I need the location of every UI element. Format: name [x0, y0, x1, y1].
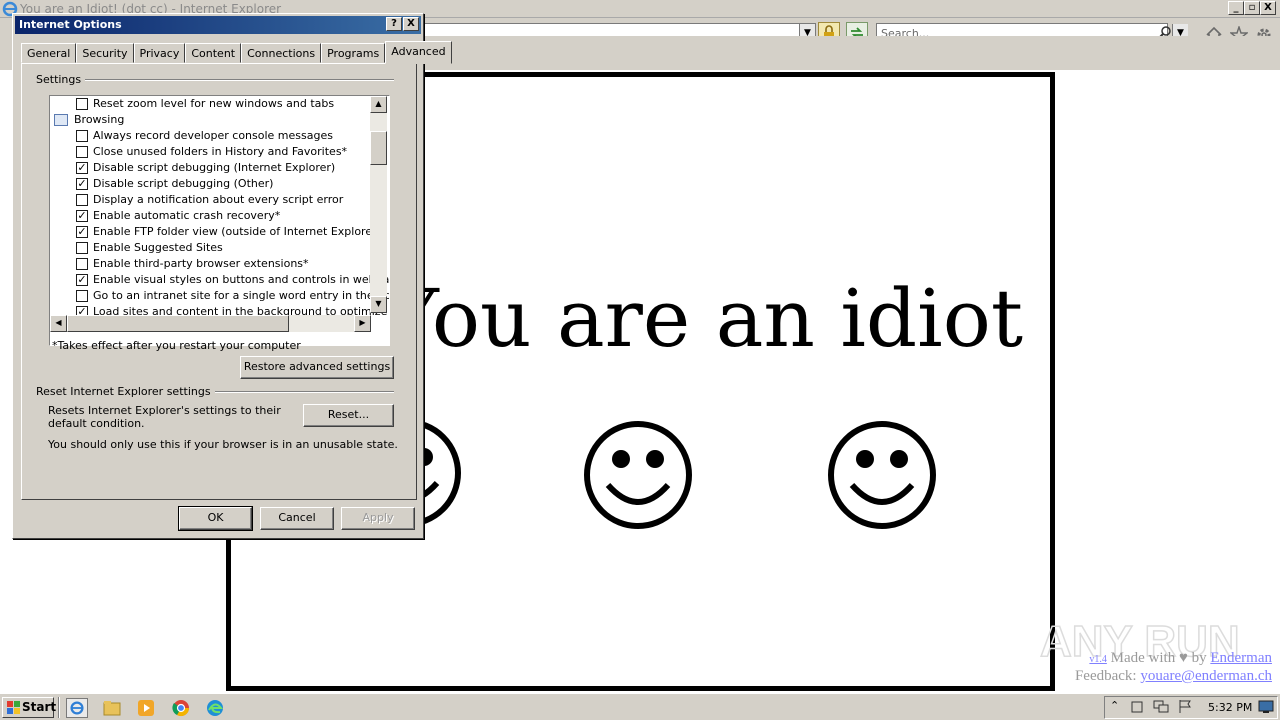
internet-explorer-taskbar-icon[interactable] — [66, 698, 88, 718]
show-hidden-icons-icon[interactable]: ⌃ — [1110, 699, 1119, 712]
restore-button[interactable]: ▫ — [1244, 1, 1260, 15]
setting-label: Disable script debugging (Other) — [93, 177, 274, 190]
setting-checkbox[interactable] — [76, 194, 88, 206]
dialog-titlebar: Internet Options — [15, 16, 421, 34]
credit-line: v1.4 Made with ♥ by Enderman — [1075, 650, 1272, 668]
author-link[interactable]: Enderman — [1210, 650, 1272, 666]
scroll-up-icon[interactable]: ▲ — [370, 96, 387, 113]
horizontal-scrollbar[interactable]: ◀ ▶ — [50, 315, 371, 332]
scroll-left-icon[interactable]: ◀ — [50, 315, 67, 332]
restart-note: *Takes effect after you restart your com… — [52, 339, 301, 352]
vertical-scroll-thumb[interactable] — [370, 131, 387, 165]
setting-label: Enable Suggested Sites — [93, 241, 223, 254]
close-browser-button[interactable]: X — [1260, 1, 1276, 15]
tab-content[interactable]: Content — [185, 43, 242, 63]
page-headline: You are an idiot — [386, 272, 1024, 365]
setting-checkbox-checked[interactable]: ✓ — [76, 274, 88, 286]
reset-button[interactable]: Reset... — [303, 404, 394, 427]
setting-label: Display a notification about every scrip… — [93, 193, 344, 206]
setting-label: Disable script debugging (Internet Explo… — [93, 161, 336, 174]
action-center-icon[interactable] — [1130, 700, 1144, 714]
windows-logo-icon — [7, 701, 20, 714]
settings-group-divider — [80, 79, 394, 81]
vertical-scrollbar[interactable]: ▲ ▼ — [370, 96, 387, 313]
setting-checkbox[interactable] — [76, 258, 88, 270]
setting-checkbox[interactable] — [76, 146, 88, 158]
setting-category-label: Browsing — [74, 113, 125, 126]
flag-icon[interactable] — [1178, 699, 1192, 714]
setting-checkbox[interactable] — [76, 290, 88, 302]
cancel-button[interactable]: Cancel — [260, 507, 334, 530]
reset-warning: You should only use this if your browser… — [48, 438, 398, 451]
network-icon[interactable] — [1153, 700, 1169, 714]
setting-checkbox-checked[interactable]: ✓ — [76, 226, 88, 238]
horizontal-scroll-thumb[interactable] — [67, 315, 289, 332]
restore-advanced-settings-button[interactable]: Restore advanced settings — [240, 356, 394, 379]
advanced-settings-list[interactable]: Reset zoom level for new windows and tab… — [49, 95, 390, 346]
tab-privacy[interactable]: Privacy — [133, 43, 186, 63]
made-with-text: Made with — [1110, 650, 1176, 666]
by-text: by — [1191, 650, 1207, 666]
taskbar: Start ⌃ 5:32 PM — [0, 693, 1280, 720]
reset-group-divider — [196, 391, 394, 393]
tab-connections[interactable]: Connections — [241, 43, 322, 63]
start-button[interactable]: Start — [2, 697, 57, 718]
feedback-label: Feedback: — [1074, 668, 1137, 684]
heart-icon: ♥ — [1178, 650, 1188, 666]
setting-checkbox-checked[interactable]: ✓ — [76, 178, 88, 190]
settings-group-label: Settings — [36, 73, 86, 86]
help-button[interactable]: ? — [386, 17, 402, 31]
dialog-close-button[interactable]: X — [403, 17, 419, 31]
file-explorer-icon[interactable] — [101, 698, 123, 718]
category-folder-icon — [54, 114, 68, 126]
setting-label: Reset zoom level for new windows and tab… — [93, 97, 335, 110]
setting-checkbox[interactable] — [76, 130, 88, 142]
tab-security[interactable]: Security — [76, 43, 134, 63]
smiley-face-icon — [584, 421, 692, 529]
media-player-icon[interactable] — [135, 698, 157, 718]
tab-programs[interactable]: Programs — [321, 43, 386, 63]
dialog-title: Internet Options — [19, 18, 122, 31]
taskbar-separator — [58, 697, 60, 718]
chrome-icon[interactable] — [170, 698, 192, 718]
show-desktop-icon[interactable] — [1258, 700, 1274, 714]
ok-button[interactable]: OK — [178, 506, 253, 531]
setting-label: Enable automatic crash recovery* — [93, 209, 281, 222]
tab-advanced[interactable]: Advanced — [385, 41, 452, 64]
reset-description: Resets Internet Explorer's settings to t… — [48, 404, 281, 430]
apply-button[interactable]: Apply — [341, 507, 415, 530]
setting-checkbox[interactable] — [76, 242, 88, 254]
tab-bar: General Security Privacy Content Connect… — [21, 41, 452, 64]
setting-label: Close unused folders in History and Favo… — [93, 145, 348, 158]
taskbar-clock[interactable]: 5:32 PM — [1208, 701, 1252, 714]
setting-label: Enable visual styles on buttons and cont… — [93, 273, 390, 286]
page-credit: v1.4 Made with ♥ by Enderman Feedback: y… — [1075, 650, 1272, 685]
minimize-button[interactable]: _ — [1228, 1, 1244, 15]
setting-checkbox-checked[interactable]: ✓ — [76, 162, 88, 174]
feedback-line: Feedback: youare@enderman.ch — [1075, 668, 1272, 685]
smiley-face-icon — [828, 421, 936, 529]
feedback-email-link[interactable]: youare@enderman.ch — [1140, 668, 1272, 684]
setting-checkbox-checked[interactable]: ✓ — [76, 210, 88, 222]
setting-label: Always record developer console messages — [93, 129, 333, 142]
setting-label: Enable FTP folder view (outside of Inter… — [93, 225, 381, 238]
tab-general[interactable]: General — [21, 43, 77, 63]
start-label: Start — [22, 700, 57, 714]
reset-group-label: Reset Internet Explorer settings — [36, 385, 215, 398]
version-link[interactable]: v1.4 — [1089, 654, 1107, 665]
setting-checkbox[interactable] — [76, 98, 88, 110]
scroll-down-icon[interactable]: ▼ — [370, 296, 387, 313]
setting-label: Go to an intranet site for a single word… — [93, 289, 389, 302]
scroll-right-icon[interactable]: ▶ — [354, 315, 371, 332]
edge-icon[interactable] — [204, 698, 226, 718]
setting-label: Enable third-party browser extensions* — [93, 257, 309, 270]
